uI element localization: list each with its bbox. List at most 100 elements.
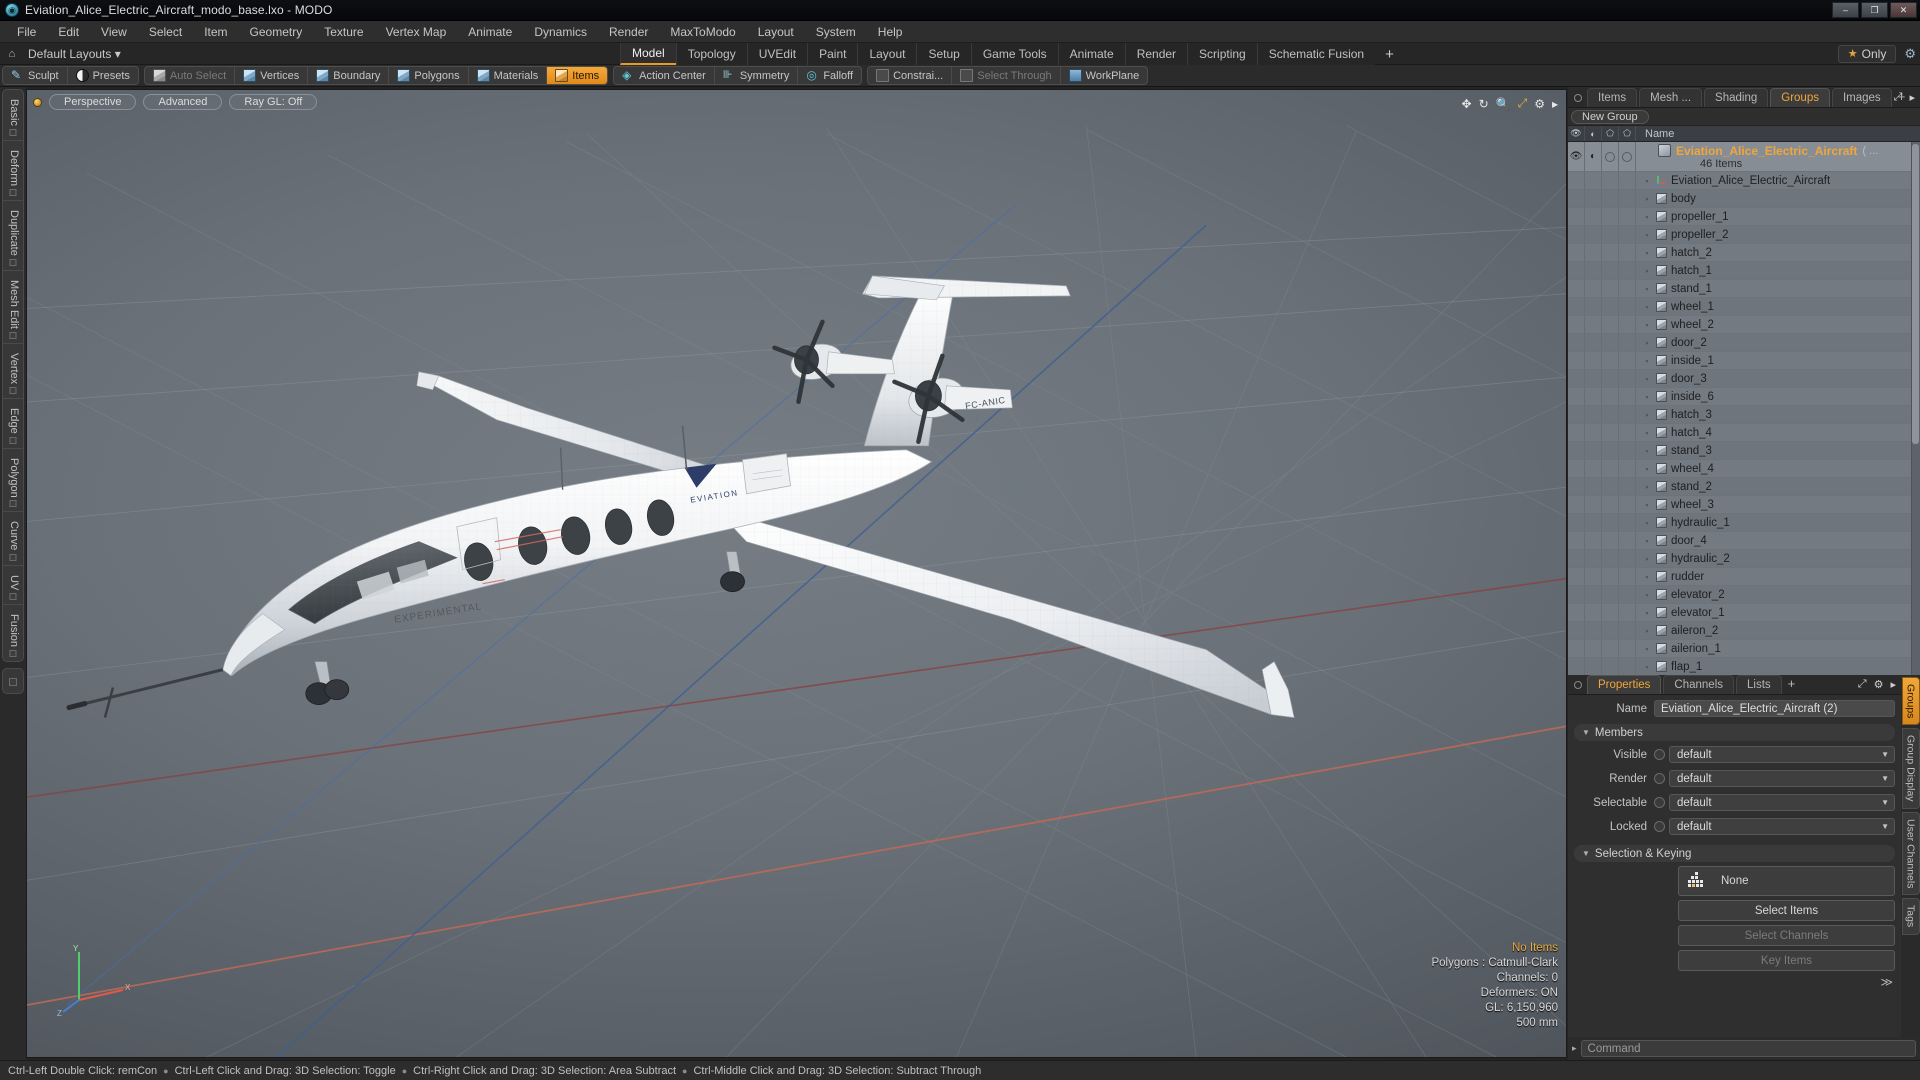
layout-tab-paint[interactable]: Paint xyxy=(807,43,858,65)
item-toggle-cell[interactable] xyxy=(1568,298,1585,315)
item-toggle-cell[interactable] xyxy=(1568,244,1585,261)
item-list-row[interactable]: ▪ aileron_2 xyxy=(1568,622,1920,640)
item-toggle-cell[interactable] xyxy=(1619,640,1636,657)
item-list-row[interactable]: ▪ elevator_1 xyxy=(1568,604,1920,622)
item-toggle-cell[interactable] xyxy=(1585,586,1602,603)
item-toggle-cell[interactable] xyxy=(1568,622,1585,639)
menu-geometry[interactable]: Geometry xyxy=(239,23,314,41)
item-list-row[interactable]: ▪ elevator_2 xyxy=(1568,586,1920,604)
item-toggle-cell[interactable] xyxy=(1602,640,1619,657)
chevron-right-icon[interactable]: ▸ xyxy=(1890,678,1896,691)
item-toggle-cell[interactable] xyxy=(1585,532,1602,549)
properties-side-tab-group-display[interactable]: Group Display xyxy=(1901,728,1920,809)
item-toggle-cell[interactable] xyxy=(1585,442,1602,459)
chevron-right-icon[interactable]: ▸ xyxy=(1909,91,1915,104)
menu-system[interactable]: System xyxy=(805,23,867,41)
property-override-toggle[interactable] xyxy=(1654,821,1665,832)
layout-tab-setup[interactable]: Setup xyxy=(916,43,971,65)
left-tab-vertex[interactable]: Vertex xyxy=(3,344,23,399)
properties-tab-channels[interactable]: Channels xyxy=(1663,675,1735,694)
item-toggle-cell[interactable] xyxy=(1602,298,1619,315)
move-view-icon[interactable]: ✥ xyxy=(1462,97,1472,111)
item-toggle-cell[interactable] xyxy=(1619,316,1636,333)
property-select-visible[interactable]: default ▼ xyxy=(1669,746,1895,763)
panel-menu-dot-icon[interactable] xyxy=(1574,94,1582,102)
item-list-row[interactable]: ▪ inside_1 xyxy=(1568,352,1920,370)
3d-viewport[interactable]: EXPERIMENTAL EVIATION FC-ANIC Perspectiv… xyxy=(26,89,1567,1058)
left-tab-extra-panel[interactable] xyxy=(2,668,24,695)
item-toggle-cell[interactable] xyxy=(1602,172,1619,189)
right-panel-tab-shading[interactable]: Shading xyxy=(1704,88,1769,107)
name-input[interactable]: Eviation_Alice_Electric_Aircraft (2) xyxy=(1654,700,1895,717)
selection-set-dropdown[interactable]: None xyxy=(1678,866,1895,896)
item-toggle-cell[interactable] xyxy=(1602,316,1619,333)
item-toggle-cell[interactable] xyxy=(1619,496,1636,513)
left-tab-uv[interactable]: UV xyxy=(3,566,23,606)
item-list-row[interactable]: ▪ hatch_3 xyxy=(1568,406,1920,424)
only-toggle-button[interactable]: ★ Only xyxy=(1837,44,1897,63)
item-toggle-cell[interactable] xyxy=(1602,352,1619,369)
item-toggle-cell[interactable] xyxy=(1602,190,1619,207)
item-toggle-cell[interactable] xyxy=(1619,280,1636,297)
item-list-row[interactable]: ▪ propeller_1 xyxy=(1568,208,1920,226)
left-tab-mesh-edit[interactable]: Mesh Edit xyxy=(3,271,23,344)
item-toggle-cell[interactable] xyxy=(1602,658,1619,675)
item-toggle-cell[interactable] xyxy=(1619,568,1636,585)
item-toggle-cell[interactable] xyxy=(1619,172,1636,189)
item-toggle-cell[interactable] xyxy=(1585,514,1602,531)
item-toggle-cell[interactable] xyxy=(1568,208,1585,225)
layout-tab-render[interactable]: Render xyxy=(1124,43,1188,65)
item-toggle-cell[interactable] xyxy=(1585,640,1602,657)
item-list-row[interactable]: ▪ stand_3 xyxy=(1568,442,1920,460)
group-visible-toggle[interactable]: 👁 xyxy=(1568,142,1585,171)
minimize-button[interactable]: – xyxy=(1832,2,1859,18)
column-locked-cube-icon[interactable]: ⬠ xyxy=(1619,126,1636,141)
layout-tab-scripting[interactable]: Scripting xyxy=(1187,43,1257,65)
menu-maxtomodo[interactable]: MaxToModo xyxy=(659,23,746,41)
item-toggle-cell[interactable] xyxy=(1568,604,1585,621)
home-icon[interactable]: ⌂ xyxy=(0,48,24,60)
item-toggle-cell[interactable] xyxy=(1585,370,1602,387)
item-toggle-cell[interactable] xyxy=(1619,514,1636,531)
fit-view-icon[interactable]: ⤢ xyxy=(1518,96,1528,111)
group-locked-toggle[interactable] xyxy=(1619,142,1636,171)
left-tab-deform[interactable]: Deform xyxy=(3,141,23,201)
item-list-row[interactable]: ▪ inside_6 xyxy=(1568,388,1920,406)
item-toggle-cell[interactable] xyxy=(1568,424,1585,441)
item-toggle-cell[interactable] xyxy=(1602,496,1619,513)
item-list-row[interactable]: ▪ hatch_4 xyxy=(1568,424,1920,442)
menu-file[interactable]: File xyxy=(6,23,47,41)
left-tab-edge[interactable]: Edge xyxy=(3,399,23,449)
properties-side-tab-groups[interactable]: Groups xyxy=(1901,677,1920,726)
item-list-row[interactable]: ▪ propeller_2 xyxy=(1568,226,1920,244)
item-toggle-cell[interactable] xyxy=(1585,496,1602,513)
viewport-raygl-dropdown[interactable]: Ray GL: Off xyxy=(229,94,318,110)
item-toggle-cell[interactable] xyxy=(1568,658,1585,675)
left-tab-duplicate[interactable]: Duplicate xyxy=(3,201,23,271)
item-toggle-cell[interactable] xyxy=(1619,388,1636,405)
item-toggle-cell[interactable] xyxy=(1619,226,1636,243)
new-group-button[interactable]: New Group xyxy=(1571,109,1649,124)
mode-button-polygons[interactable]: Polygons xyxy=(389,67,469,84)
item-toggle-cell[interactable] xyxy=(1602,622,1619,639)
viewport-projection-dropdown[interactable]: Perspective xyxy=(49,94,137,110)
item-toggle-cell[interactable] xyxy=(1602,388,1619,405)
mode-button-vertices[interactable]: Vertices xyxy=(235,67,309,84)
item-toggle-cell[interactable] xyxy=(1585,568,1602,585)
item-list-row[interactable]: ▪ hydraulic_1 xyxy=(1568,514,1920,532)
item-list-scrollbar[interactable] xyxy=(1911,142,1920,675)
item-list-row[interactable]: ▪ door_2 xyxy=(1568,334,1920,352)
item-toggle-cell[interactable] xyxy=(1568,226,1585,243)
mode-button-symmetry[interactable]: ⊪ Symmetry xyxy=(715,67,799,84)
item-toggle-cell[interactable] xyxy=(1568,280,1585,297)
item-toggle-cell[interactable] xyxy=(1585,316,1602,333)
item-toggle-cell[interactable] xyxy=(1619,460,1636,477)
item-toggle-cell[interactable] xyxy=(1619,658,1636,675)
property-select-locked[interactable]: default ▼ xyxy=(1669,818,1895,835)
item-toggle-cell[interactable] xyxy=(1585,406,1602,423)
item-toggle-cell[interactable] xyxy=(1619,244,1636,261)
item-toggle-cell[interactable] xyxy=(1602,370,1619,387)
mode-button-boundary[interactable]: Boundary xyxy=(308,67,390,84)
layout-tab-uvedit[interactable]: UVEdit xyxy=(746,43,808,65)
properties-menu-dot-icon[interactable] xyxy=(1574,681,1582,689)
